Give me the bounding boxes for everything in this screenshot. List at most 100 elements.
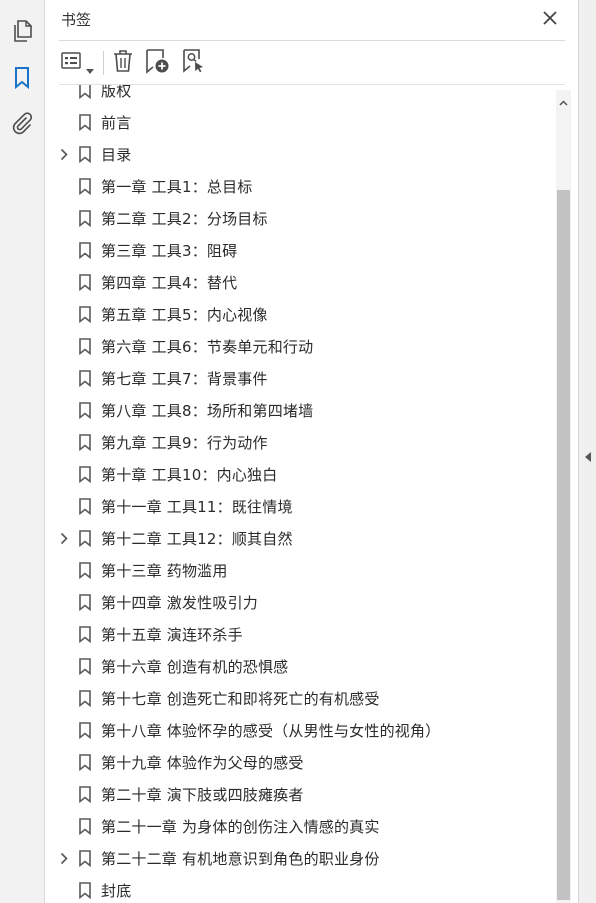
bookmark-icon [78,338,92,356]
page-thumbnails-icon [11,19,33,47]
bookmark-label: 第五章 工具5：内心视像 [101,306,268,324]
chevron-right-icon[interactable] [57,530,71,546]
bookmark-list-content: 版权 前言 目录 第一章 工具1：总目标 第二章 工具2：分场目标 第三章 工具3：阻碍第… [45,85,565,903]
bookmark-icon [78,114,92,132]
bookmark-icon [78,626,92,644]
chevron-right-icon[interactable] [57,850,71,866]
bookmark-icon [78,210,92,228]
bookmark-item[interactable]: 第十五章 演连环杀手 [45,618,565,650]
bookmark-item[interactable]: 第二十一章 为身体的创伤注入情感的真实 [45,810,565,842]
bookmark-icon [78,498,92,516]
bookmark-icon [78,402,92,420]
bookmark-label: 目录 [101,146,132,164]
bookmark-icon [78,786,92,804]
bookmark-label: 第十二章 工具12：顺其自然 [101,530,293,548]
bookmark-list-scrollbar[interactable] [556,90,571,903]
bookmark-label: 第十五章 演连环杀手 [101,626,243,644]
bookmark-item[interactable]: 第六章 工具6：节奏单元和行动 [45,330,565,362]
bookmarks-toolbar [45,47,578,79]
find-current-bookmark-icon [180,48,206,78]
bookmark-label: 版权 [101,85,132,100]
bookmark-icon [78,306,92,324]
bookmarks-panel: 书签 版权 前言 目录 第一章 工具1：总目标 第二章 工具2：分场目标 第三章… [45,0,578,903]
bookmark-item[interactable]: 第五章 工具5：内心视像 [45,298,565,330]
delete-bookmark-button[interactable] [111,48,135,78]
bookmark-label: 第二章 工具2：分场目标 [101,210,268,228]
bookmark-item[interactable]: 第九章 工具9：行为动作 [45,426,565,458]
bookmark-item[interactable]: 第四章 工具4：替代 [45,266,565,298]
title-divider [59,40,565,41]
triangle-left-icon [585,447,591,466]
bookmark-item[interactable]: 第七章 工具7：背景事件 [45,362,565,394]
bookmark-icon [78,370,92,388]
bookmark-item[interactable]: 封底 [45,874,565,903]
bookmark-item[interactable]: 目录 [45,138,565,170]
bookmark-icon [78,466,92,484]
bookmark-icon [78,530,92,548]
panel-collapse-strip [578,0,596,903]
bookmark-label: 第十七章 创造死亡和即将死亡的有机感受 [101,690,380,708]
bookmark-item[interactable]: 第三章 工具3：阻碍 [45,234,565,266]
bookmark-item[interactable]: 第十九章 体验作为父母的感受 [45,746,565,778]
bookmark-label: 第十六章 创造有机的恐惧感 [101,658,289,676]
bookmark-icon [78,754,92,772]
bookmark-icon [78,562,92,580]
scroll-up-button[interactable] [556,90,571,110]
delete-icon [113,49,133,77]
bookmarks-icon [13,66,31,94]
bookmark-label: 第二十二章 有机地意识到角色的职业身份 [101,850,380,868]
bookmark-icon [78,690,92,708]
close-icon [543,10,557,29]
toolbar-separator [103,51,104,75]
chevron-down-icon [86,60,94,79]
bookmark-label: 第四章 工具4：替代 [101,274,238,292]
scrollbar-thumb[interactable] [557,190,570,900]
bookmark-icon [78,85,92,100]
navigation-rail [0,0,45,903]
bookmark-label: 第三章 工具3：阻碍 [101,242,238,260]
bookmark-item[interactable]: 第十八章 体验怀孕的感受（从男性与女性的视角） [45,714,565,746]
bookmark-item[interactable]: 前言 [45,106,565,138]
bookmark-label: 第八章 工具8：场所和第四堵墙 [101,402,314,420]
find-current-bookmark-button[interactable] [179,48,207,78]
bookmark-item[interactable]: 版权 [45,85,565,106]
bookmark-label: 封底 [101,882,132,900]
close-panel-button[interactable] [539,8,561,30]
bookmark-label: 前言 [101,114,132,132]
chevron-right-icon[interactable] [57,146,71,162]
bookmark-item[interactable]: 第十二章 工具12：顺其自然 [45,522,565,554]
bookmark-icon [78,274,92,292]
bookmark-item[interactable]: 第二十二章 有机地意识到角色的职业身份 [45,842,565,874]
bookmark-item[interactable]: 第二十章 演下肢或四肢瘫痪者 [45,778,565,810]
bookmark-icon [78,146,92,164]
bookmark-label: 第七章 工具7：背景事件 [101,370,268,388]
bookmark-label: 第九章 工具9：行为动作 [101,434,268,452]
bookmark-icon [78,722,92,740]
bookmark-icon [78,434,92,452]
options-menu-button[interactable] [59,48,97,78]
panel-title: 书签 [61,11,92,29]
bookmarks-button[interactable] [8,66,36,94]
bookmark-item[interactable]: 第一章 工具1：总目标 [45,170,565,202]
new-bookmark-icon [144,48,170,78]
bookmark-label: 第二十一章 为身体的创伤注入情感的真实 [101,818,380,836]
bookmark-label: 第十章 工具10：内心独白 [101,466,278,484]
bookmark-item[interactable]: 第十七章 创造死亡和即将死亡的有机感受 [45,682,565,714]
bookmark-label: 第十一章 工具11：既往情境 [101,498,293,516]
attachments-button[interactable] [8,111,36,139]
page-thumbnails-button[interactable] [8,19,36,47]
bookmark-item[interactable]: 第十章 工具10：内心独白 [45,458,565,490]
new-bookmark-button[interactable] [143,48,171,78]
chevron-up-icon [559,91,568,110]
bookmark-item[interactable]: 第二章 工具2：分场目标 [45,202,565,234]
bookmark-item[interactable]: 第十六章 创造有机的恐惧感 [45,650,565,682]
bookmark-item[interactable]: 第十一章 工具11：既往情境 [45,490,565,522]
bookmark-label: 第十三章 药物滥用 [101,562,228,580]
bookmark-icon [78,658,92,676]
bookmark-item[interactable]: 第十四章 激发性吸引力 [45,586,565,618]
bookmark-item[interactable]: 第十三章 药物滥用 [45,554,565,586]
collapse-panel-button[interactable] [583,448,593,464]
bookmark-label: 第十八章 体验怀孕的感受（从男性与女性的视角） [101,722,441,740]
bookmark-icon [78,242,92,260]
bookmark-item[interactable]: 第八章 工具8：场所和第四堵墙 [45,394,565,426]
